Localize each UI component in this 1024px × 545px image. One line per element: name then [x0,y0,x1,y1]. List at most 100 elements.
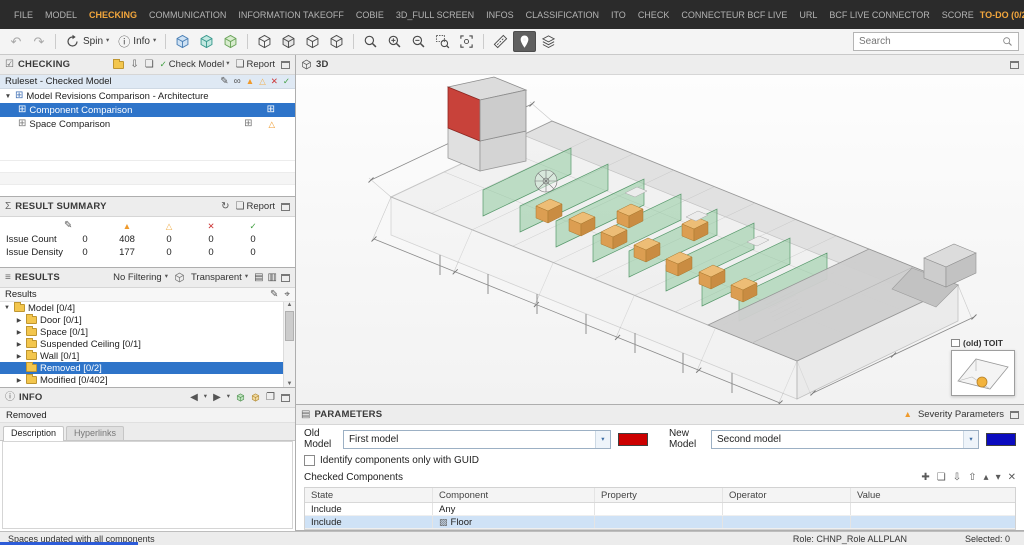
view-3d-canvas[interactable]: (old) TOIT [296,75,1024,404]
scroll-up-icon[interactable]: ▲ [284,302,295,308]
dropdown-caret-icon[interactable]: ▾ [204,394,207,401]
expand-icon[interactable]: ▶ [15,353,23,360]
float-panel-icon[interactable] [281,273,290,282]
open-ruleset-icon[interactable] [113,58,125,69]
section-plane-button[interactable] [325,31,348,52]
results-row-space[interactable]: ▶ Space [0/1] [0,326,283,338]
info-tool-button[interactable]: ⓘ Info ▾ [114,31,160,52]
info-description-content[interactable] [2,441,293,529]
menu-information-takeoff[interactable]: INFORMATION TAKEOFF [232,10,350,20]
refresh-icon[interactable]: ↻ [221,201,229,212]
menu-url[interactable]: URL [793,10,823,20]
next-item-button[interactable]: ▶ [213,392,221,403]
color-by-system-button[interactable] [219,31,242,52]
rule-group-row[interactable]: ▼ ⊞ Model Revisions Comparison - Archite… [0,89,295,103]
menu-infos[interactable]: INFOS [480,10,520,20]
old-model-color-swatch[interactable] [617,432,648,446]
float-panel-icon[interactable] [1010,410,1019,419]
menu-bcf-live-connector[interactable]: BCF LIVE CONNECTOR [823,10,935,20]
results-transparency-dropdown[interactable]: Transparent ▾ [189,272,250,283]
camera-view-icon[interactable]: ⌖ [284,289,290,300]
table-result-icon[interactable]: ⊞ [267,105,275,115]
delete-row-icon[interactable]: ✕ [1008,472,1016,483]
table-result-icon[interactable]: ⊞ [244,119,252,129]
green-cube-icon[interactable] [236,393,245,402]
new-model-select[interactable]: Second model ▾ [711,429,979,449]
link-icon[interactable]: ∞ [234,76,241,87]
zoom-tool-button[interactable] [359,31,382,52]
menu-ito[interactable]: ITO [605,10,632,20]
zoom-in-button[interactable] [383,31,406,52]
expand-icon[interactable]: ▼ [4,93,12,100]
saved-view-inset[interactable]: (old) TOIT [951,338,1015,396]
list-view-icon[interactable]: ▤ [254,272,263,283]
zoom-out-button[interactable] [407,31,430,52]
results-row-model[interactable]: ▼ Model [0/4] [0,302,283,314]
menu-file[interactable]: FILE [8,10,39,20]
menu-cobie[interactable]: COBIE [350,10,390,20]
expand-icon[interactable]: ▶ [15,329,23,336]
move-up-icon[interactable]: ▴ [984,472,989,483]
expand-icon[interactable]: ▼ [3,305,11,311]
copy-icon[interactable]: ❐ [266,392,275,403]
section-box-button[interactable] [301,31,324,52]
severity-parameters-button[interactable]: Severity Parameters [918,409,1004,420]
rule-row-space-comparison[interactable]: ⊞ Space Comparison ⊞ △ [0,117,295,131]
import-icon[interactable]: ⇩ [953,472,961,483]
layers-button[interactable] [537,31,560,52]
float-panel-icon[interactable] [281,393,290,402]
results-row-door[interactable]: ▶ Door [0/1] [0,314,283,326]
results-row-wall[interactable]: ▶ Wall [0/1] [0,350,283,362]
hide-component-button[interactable] [277,31,300,52]
guid-checkbox[interactable] [304,454,315,466]
export-icon[interactable]: ⇧ [968,472,976,483]
menu-classification[interactable]: CLASSIFICATION [520,10,605,20]
scrollbar-thumb[interactable] [285,311,294,341]
expand-icon[interactable]: ▶ [15,341,23,348]
measure-button[interactable] [489,31,512,52]
zoom-fit-button[interactable] [455,31,478,52]
edit-pencil-icon[interactable]: ✎ [270,289,278,300]
old-model-select[interactable]: First model ▾ [342,429,611,449]
menu-connecteur-bcf-live[interactable]: CONNECTEUR BCF LIVE [675,10,793,20]
new-model-color-swatch[interactable] [986,432,1016,446]
export-icon[interactable]: ⇩ [130,59,138,70]
menu-communication[interactable]: COMMUNICATION [143,10,232,20]
color-by-status-button[interactable] [195,31,218,52]
print-icon[interactable]: ❏ [145,59,154,70]
edit-pencil-icon[interactable]: ✎ [220,76,228,87]
rule-row-component-comparison[interactable]: ⊞ Component Comparison ⊞ [0,103,295,117]
saved-view-thumbnail[interactable] [951,350,1015,396]
menu-checking[interactable]: CHECKING [83,10,143,20]
undo-button[interactable]: ↶ [5,31,27,52]
orange-cube-icon[interactable] [251,393,260,402]
results-filter-dropdown[interactable]: No Filtering ▾ [111,272,170,283]
add-row-icon[interactable]: ✚ [921,472,929,483]
scroll-down-icon[interactable]: ▼ [284,381,295,387]
move-down-icon[interactable]: ▾ [996,472,1001,483]
results-scrollbar[interactable]: ▲ ▼ [283,302,295,387]
expand-icon[interactable]: ▶ [15,377,23,384]
results-row-removed[interactable]: Removed [0/2] [0,362,283,374]
menu-check[interactable]: CHECK [632,10,676,20]
check-model-button[interactable]: ✓ Check Model ▾ [160,60,230,70]
prev-item-button[interactable]: ◀ [190,392,198,403]
color-by-component-button[interactable] [171,31,194,52]
menu-score[interactable]: SCORE [936,10,980,20]
component-row-floor[interactable]: Include ▨ Floor [305,516,1015,529]
dropdown-caret-icon[interactable]: ▾ [227,394,230,401]
checking-report-button[interactable]: ❏ Report [236,59,275,70]
float-panel-icon[interactable] [281,202,290,211]
search-input[interactable] [859,36,998,47]
redo-button[interactable]: ↷ [28,31,50,52]
expand-icon[interactable]: ▶ [15,317,23,324]
tab-description[interactable]: Description [3,426,65,441]
menu-todo[interactable]: TO-DO (0/2) [980,10,1024,20]
duplicate-row-icon[interactable]: ❏ [937,472,946,483]
float-panel-icon[interactable] [1010,60,1019,69]
menu-model[interactable]: MODEL [39,10,83,20]
menu-3d-full-screen[interactable]: 3D_FULL SCREEN [390,10,480,20]
component-row-any[interactable]: Include Any [305,503,1015,516]
results-row-modified[interactable]: ▶ Modified [0/402] [0,374,283,386]
markup-pin-button[interactable] [513,31,537,52]
